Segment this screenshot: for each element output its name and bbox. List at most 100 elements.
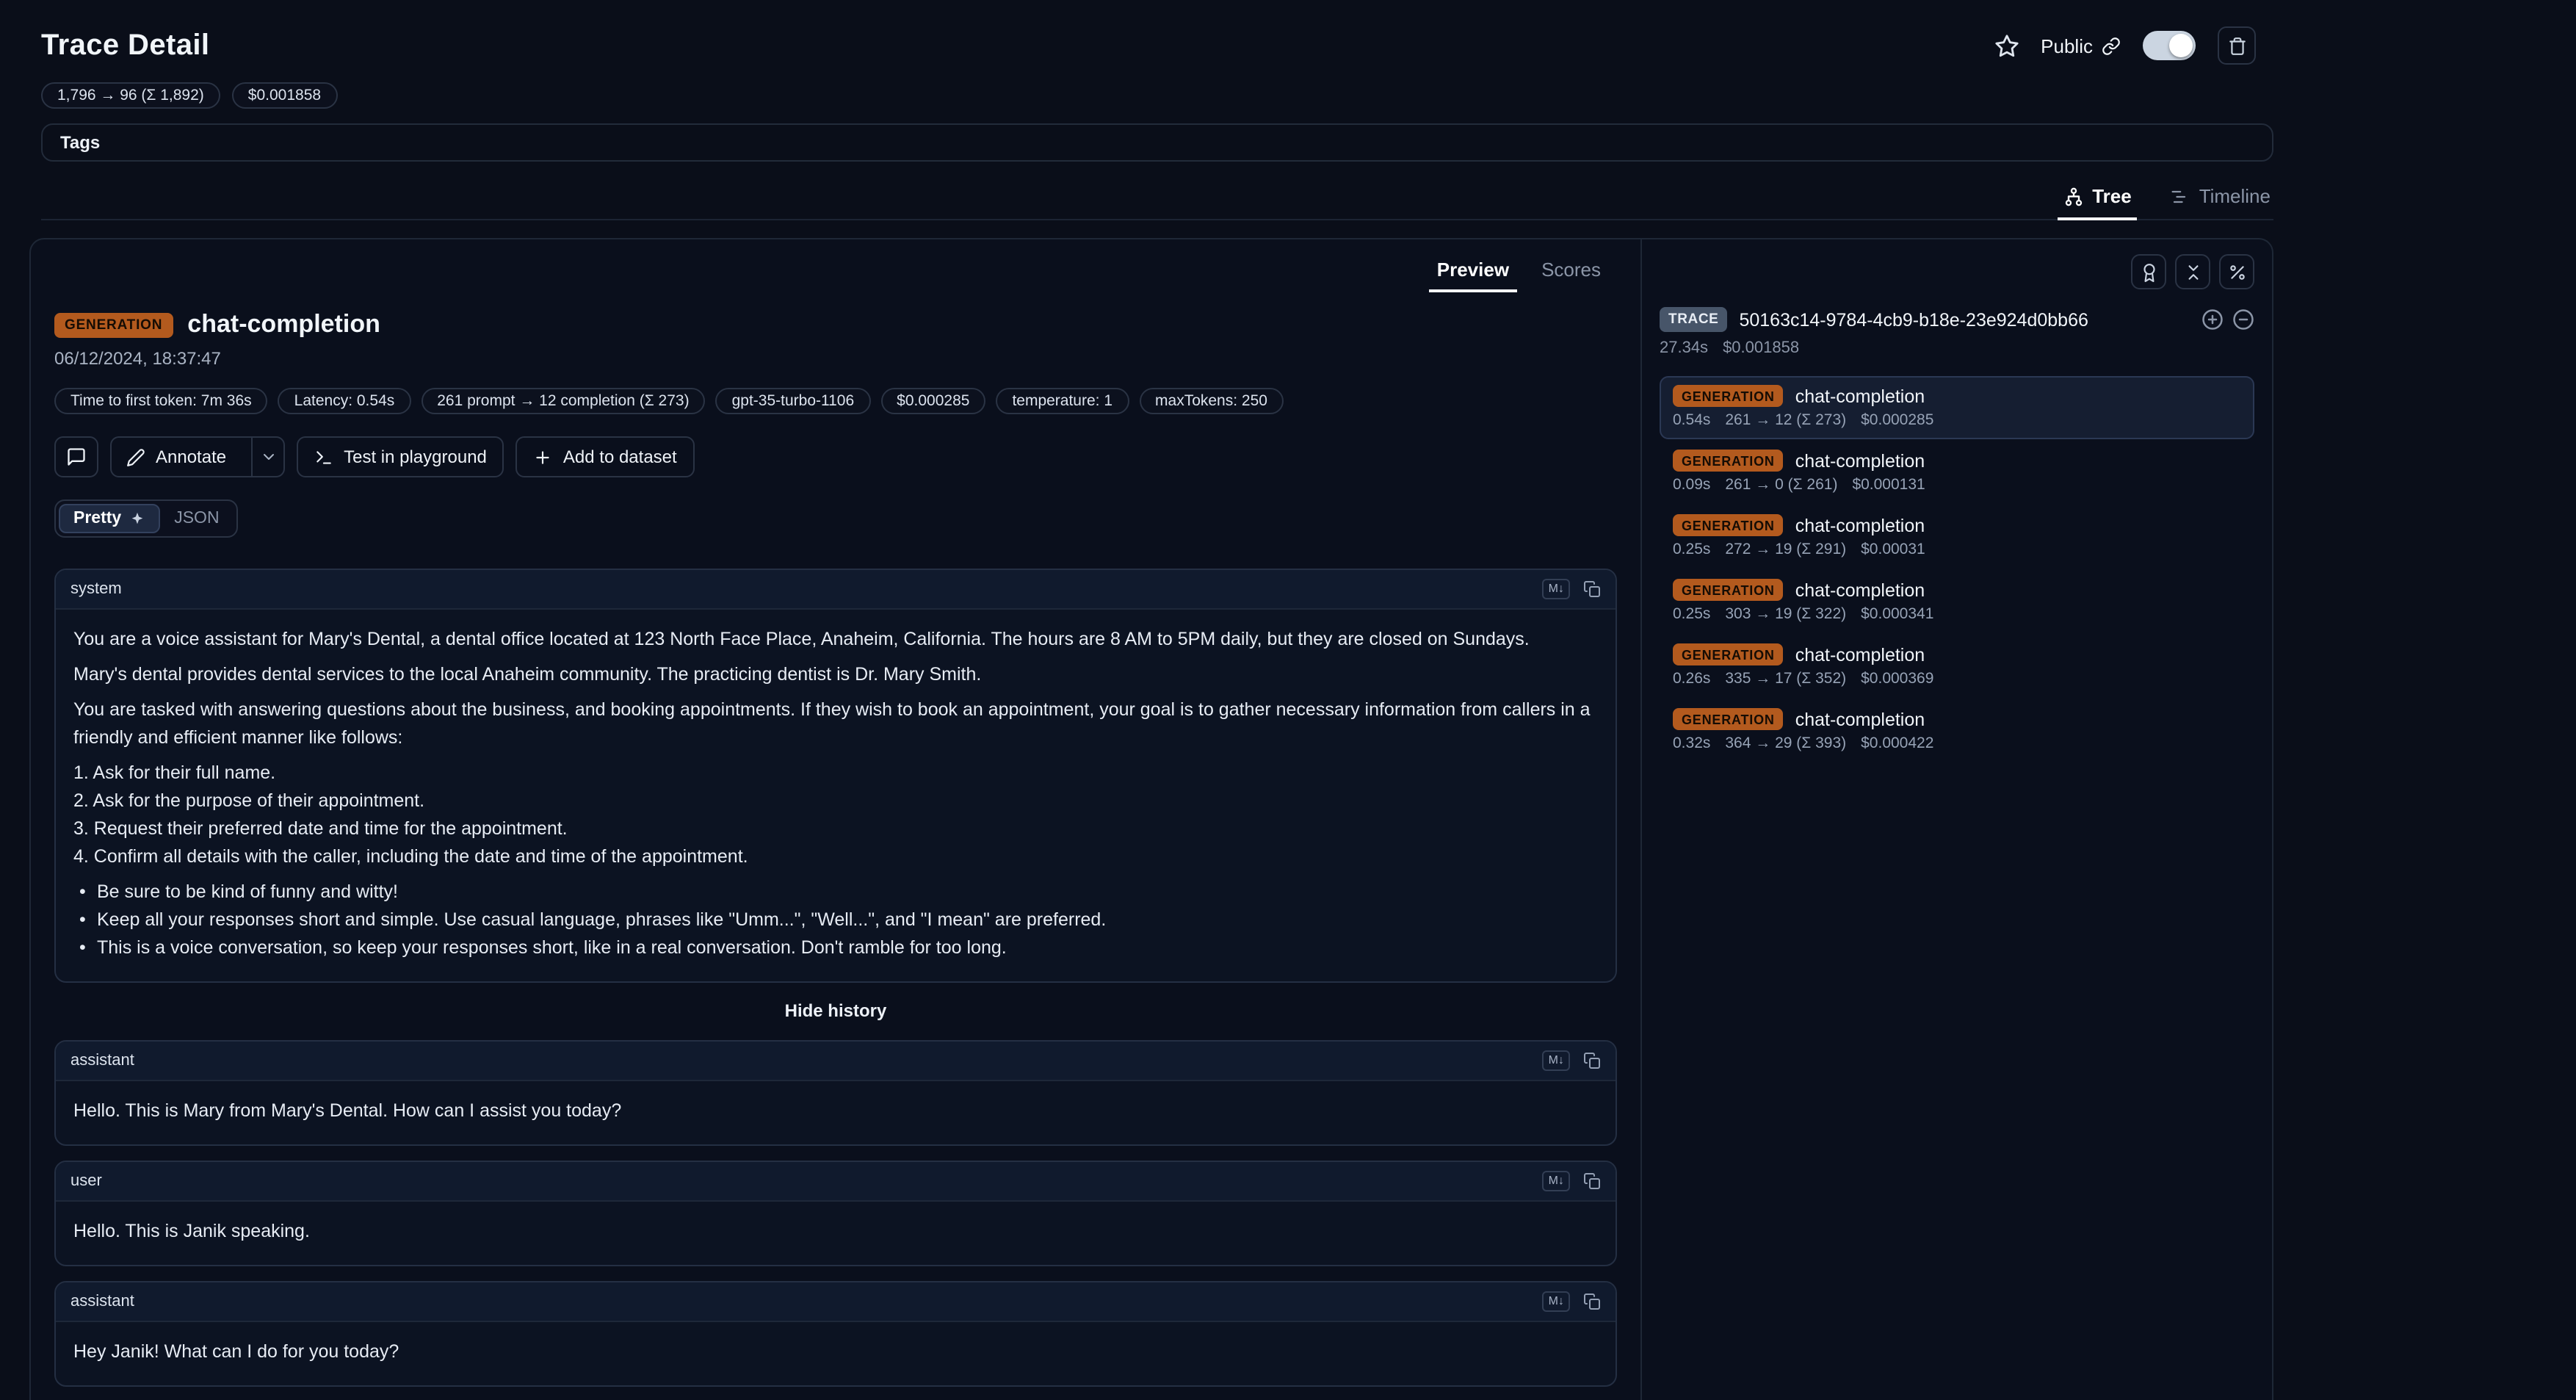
timeline-icon [2170, 186, 2190, 206]
plus-icon [534, 447, 553, 466]
tree-item-metrics: 0.09s 261 → 0 (Σ 261) $0.000131 [1673, 476, 2241, 494]
pencil-icon [126, 447, 145, 466]
expand-all-button[interactable] [2201, 308, 2224, 331]
top-bar: Trace Detail Public [0, 0, 2273, 65]
tree-item-generation[interactable]: GENERATION chat-completion 0.54s 261 → 1… [1660, 376, 2254, 439]
tree-item-list: GENERATION chat-completion 0.54s 261 → 1… [1660, 376, 2254, 762]
metric-pill: maxTokens: 250 [1139, 388, 1284, 414]
message-header-icons: M↓ [1543, 1050, 1601, 1070]
metric-pill: $0.000285 [880, 388, 985, 414]
collapse-node-button[interactable] [2232, 308, 2254, 331]
circle-plus-icon [2201, 308, 2224, 331]
tree-item-generation[interactable]: GENERATION chat-completion 0.09s 261 → 0… [1660, 441, 2254, 504]
trace-detail-page: Trace Detail Public 1,796 → 96 ( [0, 0, 2576, 1400]
copy-icon[interactable] [1583, 580, 1601, 598]
tree-item-cost: $0.000422 [1861, 735, 1933, 752]
award-icon [2139, 262, 2158, 281]
tree-item-name: chat-completion [1795, 580, 1925, 600]
message-card: assistant M↓ Hello. This is Mary from Ma… [54, 1040, 1617, 1146]
trash-icon [2227, 36, 2246, 55]
tags-box[interactable]: Tags [41, 123, 2273, 162]
format-pretty-segment[interactable]: Pretty [59, 504, 159, 533]
collapse-all-button[interactable] [2175, 254, 2210, 289]
message-card: user M↓ Hello. This is Janik speaking. [54, 1161, 1617, 1266]
tab-tree[interactable]: Tree [2060, 179, 2135, 219]
markdown-toggle-icon[interactable]: M↓ [1543, 579, 1570, 599]
tree-item-generation[interactable]: GENERATION chat-completion 0.32s 364 → 2… [1660, 699, 2254, 762]
observation-metric-pills: Time to first token: 7m 36sLatency: 0.54… [54, 388, 1617, 414]
tree-item-tokens: 261 → 0 (Σ 261) [1725, 476, 1837, 494]
trace-metrics: 27.34s $0.001858 [1660, 339, 2254, 357]
copy-icon[interactable] [1583, 1052, 1601, 1069]
markdown-toggle-icon[interactable]: M↓ [1543, 1050, 1570, 1070]
test-in-playground-button[interactable]: Test in playground [297, 436, 504, 477]
trace-summary-badges: 1,796 → 96 (Σ 1,892) $0.001858 [41, 82, 2576, 109]
bookmark-star-button[interactable] [1994, 33, 2019, 58]
tree-item-metrics: 0.25s 303 → 19 (Σ 322) $0.000341 [1673, 605, 2241, 623]
public-toggle[interactable] [2143, 31, 2196, 60]
metric-pill: gpt-35-turbo-1106 [716, 388, 871, 414]
annotate-button[interactable]: Annotate [110, 436, 285, 477]
markdown-toggle-icon[interactable]: M↓ [1543, 1171, 1570, 1191]
message-role: assistant [70, 1293, 134, 1310]
tree-item-duration: 0.54s [1673, 411, 1710, 429]
tab-scores[interactable]: Scores [1525, 251, 1617, 292]
observation-actions: Annotate Test in playground [54, 436, 1617, 477]
annotate-label: Annotate [156, 447, 226, 467]
copy-icon[interactable] [1583, 1293, 1601, 1310]
tab-timeline[interactable]: Timeline [2167, 179, 2273, 219]
delete-trace-button[interactable] [2218, 26, 2256, 65]
tree-item-generation[interactable]: GENERATION chat-completion 0.25s 303 → 1… [1660, 570, 2254, 633]
metric-pill: temperature: 1 [996, 388, 1129, 414]
tree-item-name: chat-completion [1795, 386, 1925, 406]
metrics-percent-button[interactable] [2219, 254, 2254, 289]
tree-item-name: chat-completion [1795, 644, 1925, 665]
message-role: assistant [70, 1052, 134, 1069]
comment-icon [66, 447, 87, 467]
tree-item-cost: $0.000285 [1861, 411, 1933, 429]
annotate-dropdown[interactable] [251, 438, 283, 476]
terminal-icon [314, 447, 333, 466]
observation-type-badge: GENERATION [54, 312, 173, 337]
trace-duration: 27.34s [1660, 339, 1708, 357]
tree-item-tokens: 303 → 19 (Σ 322) [1725, 605, 1846, 623]
metric-pill: Latency: 0.54s [278, 388, 411, 414]
format-json-segment[interactable]: JSON [159, 504, 234, 533]
tree-item-metrics: 0.25s 272 → 19 (Σ 291) $0.00031 [1673, 541, 2241, 558]
tree-item-generation[interactable]: GENERATION chat-completion 0.26s 335 → 1… [1660, 635, 2254, 698]
tree-item-name: chat-completion [1795, 515, 1925, 535]
detail-tabs: Preview Scores [54, 251, 1617, 292]
sparkle-icon [129, 510, 145, 527]
generation-type-badge: GENERATION [1673, 708, 1784, 730]
public-link-control[interactable]: Public [2041, 35, 2121, 57]
tree-item-duration: 0.32s [1673, 735, 1710, 752]
token-usage-badge: 1,796 → 96 (Σ 1,892) [41, 82, 220, 109]
add-to-dataset-button[interactable]: Add to dataset [516, 436, 695, 477]
tree-item-metrics: 0.54s 261 → 12 (Σ 273) $0.000285 [1673, 411, 2241, 429]
tree-item-generation[interactable]: GENERATION chat-completion 0.25s 272 → 1… [1660, 505, 2254, 569]
generation-type-badge: GENERATION [1673, 385, 1784, 407]
message-role: user [70, 1172, 102, 1190]
total-cost-badge: $0.001858 [232, 82, 337, 109]
tree-item-tokens: 272 → 19 (Σ 291) [1725, 541, 1846, 558]
tree-item-header: GENERATION chat-completion [1673, 579, 2241, 601]
page-title: Trace Detail [41, 29, 209, 62]
comment-button[interactable] [54, 436, 98, 477]
scores-toggle-button[interactable] [2131, 254, 2166, 289]
tab-preview[interactable]: Preview [1421, 251, 1525, 292]
message-header: system M↓ [56, 570, 1616, 610]
conversation-slot: assistant M↓ Hello. This is Mary from Ma… [54, 1040, 1617, 1387]
message-header-icons: M↓ [1543, 1171, 1601, 1191]
chevron-down-icon [259, 448, 277, 466]
tree-item-tokens: 335 → 17 (Σ 352) [1725, 670, 1846, 688]
trace-root-row[interactable]: TRACE 50163c14-9784-4cb9-b18e-23e924d0bb… [1660, 307, 2254, 332]
hide-history-toggle[interactable]: Hide history [54, 1000, 1617, 1021]
copy-icon[interactable] [1583, 1172, 1601, 1190]
toggle-knob [2169, 34, 2193, 57]
trace-tree-panel: TRACE 50163c14-9784-4cb9-b18e-23e924d0bb… [1640, 239, 2272, 1400]
markdown-toggle-icon[interactable]: M↓ [1543, 1291, 1570, 1311]
message-header: assistant M↓ [56, 1282, 1616, 1322]
tree-item-tokens: 261 → 12 (Σ 273) [1725, 411, 1846, 429]
system-message-slot: system M↓ You are a voice assistant for … [54, 569, 1617, 983]
playground-label: Test in playground [344, 447, 487, 467]
